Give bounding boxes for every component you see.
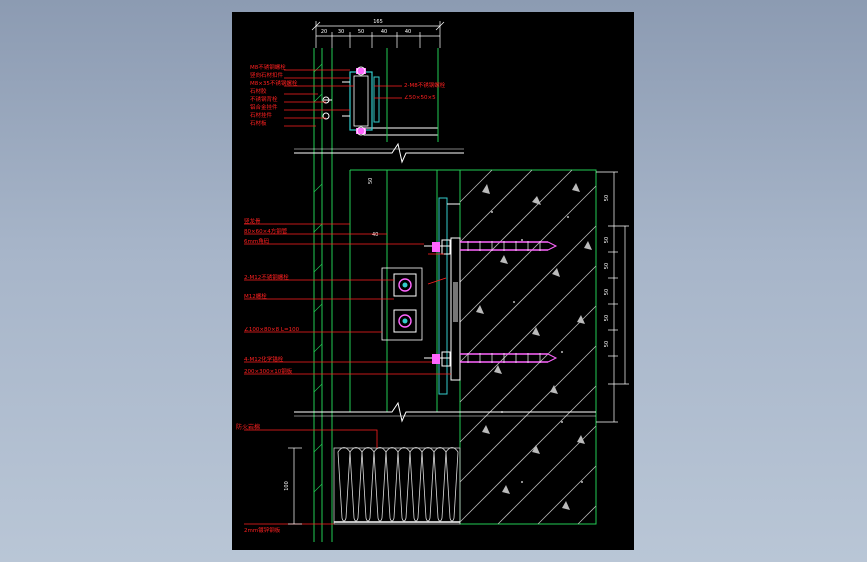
label-m8-bolt: M8不锈钢螺栓 — [250, 63, 286, 71]
anchor-assembly — [381, 237, 558, 381]
label-galvanized-plate: 2mm镀锌钢板 — [244, 526, 281, 534]
top-dim-segment: 20 — [321, 29, 327, 35]
label-alu-hanger: 铝合金挂件 — [250, 103, 278, 111]
insulation-loop — [433, 447, 447, 522]
break-line-bottom — [294, 401, 596, 423]
top-dim-segment: 50 — [358, 29, 364, 35]
top-dimension-chain — [311, 21, 445, 48]
top-dim-segment: 40 — [381, 29, 387, 35]
top-dim-segment: 30 — [338, 29, 344, 35]
label-2-m12-bolt: 2-M12不锈钢螺栓 — [244, 273, 289, 281]
insulation-loop — [373, 447, 387, 522]
label-stone-fastener: 竖向石材扣件 — [250, 71, 284, 79]
insulation-loop — [361, 447, 375, 522]
leader-lines — [244, 69, 451, 525]
drawing-sheet: 165 20 30 50 40 40 50 50 50 50 50 50 50 … — [232, 12, 634, 550]
stone-panel — [313, 48, 333, 542]
right-dim: 50 — [604, 289, 610, 295]
right-dim: 50 — [604, 195, 610, 201]
label-angle-100: ∠100×80×8 L=100 — [244, 326, 300, 333]
insulation-loop — [385, 447, 399, 522]
label-corner-code: 6mm角码 — [244, 237, 270, 245]
right-dim: 50 — [604, 315, 610, 321]
label-steel-plate: 200×300×10钢板 — [244, 367, 293, 375]
insulation-dim: 100 — [284, 481, 290, 491]
label-stone-hanger: 石材挂件 — [250, 111, 273, 119]
label-2-m8-bolt: 2-M8不锈钢螺栓 — [404, 81, 446, 89]
insulation-dimension — [288, 447, 302, 525]
label-back-bolt: 不锈钢背栓 — [250, 95, 278, 103]
insulation-loop — [337, 447, 351, 522]
insulation-loop — [397, 447, 411, 522]
insulation-loop — [445, 447, 459, 522]
label-fire-insulation: 防火岩棉 — [236, 423, 260, 431]
cad-viewport[interactable]: 165 20 30 50 40 40 50 50 50 50 50 50 50 … — [0, 0, 867, 562]
stone-clip-assembly — [322, 66, 380, 136]
mid-dim: 40 — [372, 232, 378, 238]
label-vertical-keel: 竖龙骨 — [244, 217, 261, 225]
section-detail-drawing: 165 20 30 50 40 40 50 50 50 50 50 50 50 … — [236, 19, 629, 542]
right-dim: 50 — [604, 263, 610, 269]
mid-dim: 50 — [368, 178, 374, 184]
top-dim-segment: 40 — [405, 29, 411, 35]
label-chemical-anchor: 4-M12化学锚栓 — [244, 355, 284, 363]
break-line-top — [294, 142, 464, 164]
top-dim-overall: 165 — [373, 19, 383, 25]
fire-insulation — [333, 447, 461, 525]
insulation-loop — [409, 447, 423, 522]
label-stone-panel: 石材板 — [250, 119, 267, 127]
label-stone-glue: 石材胶 — [250, 87, 267, 95]
concrete-wall — [459, 169, 597, 525]
label-m12-bolt: M12螺栓 — [244, 292, 267, 300]
right-dimension-chain — [596, 171, 629, 423]
right-dim: 50 — [604, 237, 610, 243]
vertical-keel — [349, 48, 460, 412]
insulation-loop — [421, 447, 435, 522]
insulation-loop — [349, 447, 363, 522]
label-steel-tube: 80×60×4方钢管 — [244, 227, 288, 235]
label-m8x35-bolt: M8×35不锈钢螺栓 — [250, 79, 298, 87]
annotation-labels: M8不锈钢螺栓 竖向石材扣件 M8×35不锈钢螺栓 石材胶 不锈钢背栓 铝合金挂… — [236, 63, 446, 534]
right-dim: 50 — [604, 341, 610, 347]
label-angle-50: ∠50×50×5 — [404, 94, 436, 101]
